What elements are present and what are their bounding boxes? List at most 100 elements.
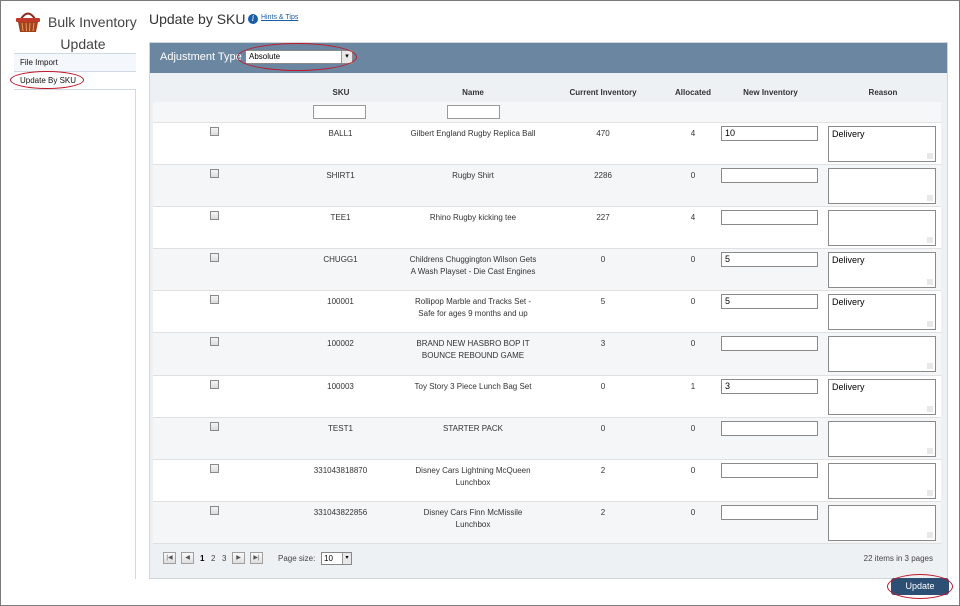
row-checkbox[interactable]: [210, 169, 219, 178]
row-checkbox[interactable]: [210, 464, 219, 473]
row-name: Childrens Chuggington Wilson Gets A Wash…: [409, 255, 537, 276]
new-inventory-input[interactable]: [721, 505, 818, 520]
reason-textarea[interactable]: Delivery: [828, 379, 936, 415]
reason-textarea[interactable]: [828, 210, 936, 246]
page-3-link[interactable]: 3: [222, 554, 226, 563]
row-sku: 331043818870: [313, 466, 368, 475]
reason-textarea[interactable]: Delivery: [828, 126, 936, 162]
filter-row: [153, 102, 941, 123]
resize-grip-icon[interactable]: [927, 490, 933, 496]
new-inventory-input[interactable]: 10: [721, 126, 818, 141]
row-checkbox[interactable]: [210, 127, 219, 136]
page-1-link[interactable]: 1: [200, 554, 204, 563]
col-current-inventory[interactable]: Current Inventory: [558, 88, 648, 97]
page-size-select[interactable]: 10 ▾: [321, 552, 352, 565]
row-current-inventory: 3: [600, 339, 606, 348]
row-name: Disney Cars Lightning McQueen Lunchbox: [415, 466, 531, 487]
pager-summary: 22 items in 3 pages: [863, 554, 933, 563]
new-inventory-input[interactable]: [721, 210, 818, 225]
new-inventory-input[interactable]: 5: [721, 294, 818, 309]
reason-textarea[interactable]: Delivery: [828, 252, 936, 288]
row-allocated: 0: [690, 466, 696, 475]
reason-text: Delivery: [832, 297, 865, 307]
row-sku: TEST1: [328, 424, 353, 433]
table-row: CHUGG1 Childrens Chuggington Wilson Gets …: [153, 249, 941, 291]
row-sku: 100002: [327, 339, 354, 348]
page-title: Update by SKU: [149, 11, 246, 27]
row-current-inventory: 2: [600, 508, 606, 517]
row-checkbox[interactable]: [210, 337, 219, 346]
chevron-down-icon: ▾: [342, 553, 351, 564]
new-inventory-input[interactable]: [721, 336, 818, 351]
resize-grip-icon[interactable]: [927, 237, 933, 243]
app-brand: Bulk Inventory Update: [13, 7, 138, 53]
col-reason[interactable]: Reason: [853, 88, 913, 97]
row-sku: 100001: [327, 297, 354, 306]
sku-filter-input[interactable]: [313, 105, 366, 119]
col-new-inventory[interactable]: New Inventory: [728, 88, 813, 97]
side-nav: File Import Update By SKU: [14, 53, 136, 90]
app-title-line1: Bulk Inventory: [48, 14, 137, 30]
row-allocated: 1: [690, 382, 696, 391]
table-row: 331043822856 Disney Cars Finn McMissile L…: [153, 502, 941, 544]
reason-textarea[interactable]: [828, 505, 936, 541]
row-checkbox[interactable]: [210, 211, 219, 220]
pager: |◀ ◀ 1 2 3 ▶ ▶| Page size: 10 ▾ 22 items…: [153, 546, 941, 568]
table-row: 100002 BRAND NEW HASBRO BOP IT BOUNCE REB…: [153, 333, 941, 376]
update-button[interactable]: Update: [891, 578, 949, 595]
name-filter-input[interactable]: [447, 105, 500, 119]
row-allocated: 4: [690, 213, 696, 222]
resize-grip-icon[interactable]: [927, 153, 933, 159]
new-inventory-input[interactable]: [721, 463, 818, 478]
col-name[interactable]: Name: [438, 88, 508, 97]
table-row: TEE1 Rhino Rugby kicking tee 227 4: [153, 207, 941, 249]
chevron-down-icon: ▾: [341, 51, 352, 63]
reason-textarea[interactable]: [828, 463, 936, 499]
resize-grip-icon[interactable]: [927, 406, 933, 412]
grid-header: SKU Name Current Inventory Allocated New…: [153, 80, 941, 102]
sidebar-item-file-import[interactable]: File Import: [14, 54, 136, 72]
prev-page-button[interactable]: ◀: [181, 552, 194, 564]
row-allocated: 0: [690, 508, 696, 517]
info-icon[interactable]: i: [248, 14, 258, 24]
first-page-button[interactable]: |◀: [163, 552, 176, 564]
table-row: BALL1 Gilbert England Rugby Replica Ball 4…: [153, 123, 941, 165]
new-inventory-input[interactable]: [721, 168, 818, 183]
new-inventory-input[interactable]: [721, 421, 818, 436]
row-checkbox[interactable]: [210, 422, 219, 431]
page-2-link[interactable]: 2: [211, 554, 215, 563]
reason-textarea[interactable]: [828, 168, 936, 204]
hints-link[interactable]: Hints & Tips: [261, 14, 298, 21]
sidebar-item-update-by-sku[interactable]: Update By SKU: [14, 72, 136, 90]
reason-textarea[interactable]: [828, 421, 936, 457]
row-sku: BALL1: [328, 129, 353, 138]
next-page-button[interactable]: ▶: [232, 552, 245, 564]
resize-grip-icon[interactable]: [927, 448, 933, 454]
row-checkbox[interactable]: [210, 506, 219, 515]
adjustment-type-select[interactable]: Absolute ▾: [245, 50, 353, 64]
page-size-value: 10: [324, 554, 333, 563]
resize-grip-icon[interactable]: [927, 532, 933, 538]
row-name: Toy Story 3 Piece Lunch Bag Set: [414, 382, 532, 391]
new-inventory-input[interactable]: 5: [721, 252, 818, 267]
reason-textarea[interactable]: Delivery: [828, 294, 936, 330]
new-inventory-input[interactable]: 3: [721, 379, 818, 394]
page-size-label: Page size:: [278, 554, 316, 563]
resize-grip-icon[interactable]: [927, 363, 933, 369]
row-sku: TEE1: [330, 213, 351, 222]
row-checkbox[interactable]: [210, 253, 219, 262]
reason-textarea[interactable]: [828, 336, 936, 372]
resize-grip-icon[interactable]: [927, 195, 933, 201]
main-panel: Adjustment Type Absolute ▾ SKU Name Curr…: [149, 42, 948, 579]
row-allocated: 0: [690, 297, 696, 306]
row-checkbox[interactable]: [210, 295, 219, 304]
row-allocated: 0: [690, 255, 696, 264]
resize-grip-icon[interactable]: [927, 279, 933, 285]
last-page-button[interactable]: ▶|: [250, 552, 263, 564]
reason-text: Delivery: [832, 255, 865, 265]
adjustment-type-label: Adjustment Type: [160, 51, 242, 63]
row-checkbox[interactable]: [210, 380, 219, 389]
resize-grip-icon[interactable]: [927, 321, 933, 327]
col-sku[interactable]: SKU: [321, 88, 361, 97]
col-allocated[interactable]: Allocated: [658, 88, 728, 97]
